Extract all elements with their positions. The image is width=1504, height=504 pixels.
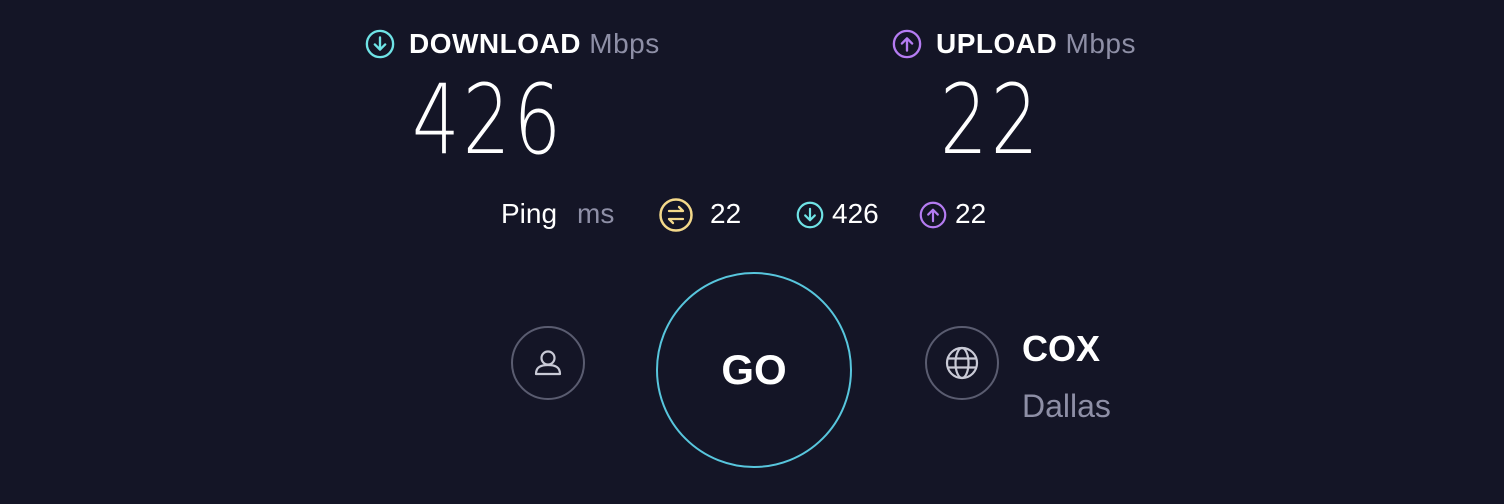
server-button[interactable] <box>925 326 999 400</box>
upload-unit: Mbps <box>1065 28 1136 59</box>
provider-location[interactable]: Dallas <box>1022 388 1111 425</box>
ping-label: Ping <box>501 198 558 229</box>
globe-icon <box>945 346 979 380</box>
upload-value: 22 <box>940 64 1042 176</box>
download-value: 426 <box>412 64 565 176</box>
ping-value: 22 <box>710 198 742 229</box>
ping-unit: ms <box>577 198 615 229</box>
profile-button[interactable] <box>511 326 585 400</box>
go-button[interactable]: GO <box>656 272 852 468</box>
ping-upload-value: 22 <box>955 198 987 229</box>
ping-icon <box>659 198 693 232</box>
ping-download-value: 426 <box>832 198 879 229</box>
go-button-label: GO <box>721 346 787 393</box>
ping-row: Ping ms 22 426 22 <box>501 198 1021 236</box>
provider-name[interactable]: COX <box>1022 328 1100 370</box>
download-header: DOWNLOAD Mbps <box>365 28 660 60</box>
upload-header: UPLOAD Mbps <box>892 28 1136 60</box>
upload-label: UPLOAD <box>936 28 1058 59</box>
user-icon <box>534 350 562 376</box>
arrow-up-circle-icon <box>892 29 922 59</box>
arrow-down-circle-icon <box>796 201 824 229</box>
download-label: DOWNLOAD <box>409 28 581 59</box>
arrow-down-circle-icon <box>365 29 395 59</box>
arrow-up-circle-icon <box>919 201 947 229</box>
download-unit: Mbps <box>589 28 660 59</box>
